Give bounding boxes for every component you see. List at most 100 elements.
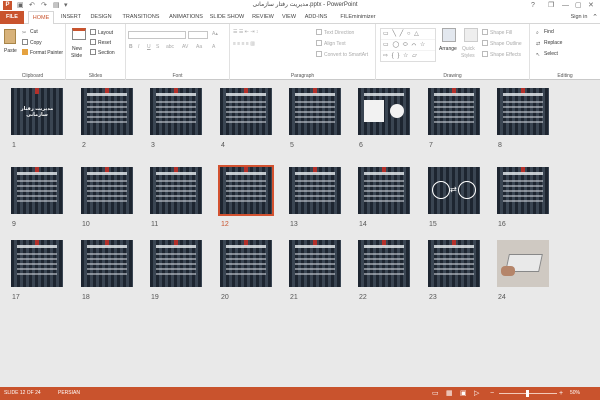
arrange-button[interactable]: Arrange [439,46,457,53]
tab-design[interactable]: DESIGN [88,11,114,24]
slide-text-line [156,116,196,118]
slide-thumbnail[interactable] [497,88,549,135]
quick-styles-label[interactable]: Quick [462,46,475,53]
arrow-graphic: ⇄ [450,185,457,194]
slide-thumbnail[interactable] [81,240,133,287]
quick-styles-label-2[interactable]: Styles [461,53,475,60]
start-from-beginning-icon[interactable]: ▤ [53,1,60,10]
paste-icon[interactable] [4,29,16,44]
zoom-in-icon[interactable]: + [559,387,563,400]
slide-thumbnail[interactable] [220,240,272,287]
slide-thumbnail[interactable] [428,240,480,287]
convert-smartart-button[interactable]: Convert to SmartArt [316,51,368,59]
new-slide-label-2[interactable]: Slide [71,53,82,60]
minimize-icon[interactable]: — [562,1,569,10]
format-painter-button[interactable]: Format Painter [22,49,63,57]
replace-button[interactable]: ⇄ Replace [536,40,562,47]
slide-thumbnail[interactable] [497,167,549,214]
zoom-slider-thumb[interactable] [526,390,529,397]
quick-styles-icon[interactable] [464,28,478,42]
change-case-icon[interactable]: Aa [196,44,202,51]
strikethrough-icon[interactable]: abc [166,44,174,51]
normal-view-icon[interactable]: ▭ [432,387,439,400]
slide-thumbnail[interactable] [11,240,63,287]
zoom-out-icon[interactable]: − [490,387,494,400]
slide-thumbnail[interactable] [289,167,341,214]
slide-thumbnail[interactable] [150,240,202,287]
bullets-icon[interactable]: ☰ ☰ ⇤ ⇥ ↕ [233,29,258,36]
section-button[interactable]: Section [90,49,115,57]
close-icon[interactable]: ✕ [588,1,594,10]
save-icon[interactable]: ▣ [17,1,24,10]
slide-thumbnail[interactable] [358,167,410,214]
sign-in-link[interactable]: Sign in [568,11,590,24]
char-spacing-icon[interactable]: AV [182,44,188,51]
slide-thumbnail[interactable] [81,88,133,135]
slide-thumbnail[interactable] [497,240,549,287]
italic-icon[interactable]: I [138,44,139,51]
slide-thumbnail[interactable] [428,88,480,135]
slide-thumbnail[interactable] [150,167,202,214]
cut-button[interactable]: ✂ Cut [22,29,38,36]
font-name-box[interactable] [128,31,186,39]
slide-thumbnail[interactable] [11,167,63,214]
tab-insert[interactable]: INSERT [58,11,84,24]
shape-outline-button[interactable]: Shape Outline [482,40,522,48]
text-direction-button[interactable]: Text Direction [316,29,354,37]
align-icon[interactable]: ≡ ≡ ≡ ≡ ▥ [233,41,255,48]
shapes-gallery[interactable]: ▭ ╲ ╱ ○ △ ▭ ◯ ⬭ ⌒ ☆ ⇨ { } ☆ ▱ [380,28,436,62]
reset-button[interactable]: Reset [90,39,111,47]
drawing-group-label: Drawing [443,73,462,79]
redo-icon[interactable]: ↷ [41,1,47,10]
select-button[interactable]: ↖ Select [536,51,558,58]
slide-text-line [17,195,57,197]
slide-sorter-icon[interactable]: ▦ [446,387,453,400]
bold-icon[interactable]: B [129,44,133,51]
slide-thumbnail[interactable] [358,88,410,135]
slideshow-icon[interactable]: ▷ [474,387,479,400]
shape-effects-button[interactable]: Shape Effects [482,51,521,59]
find-button[interactable]: ⌕ Find [536,29,554,36]
help-icon[interactable]: ? [531,1,535,10]
customize-toolbar-icon[interactable]: ▾ [64,1,68,10]
font-color-icon[interactable]: A [212,44,215,51]
ribbon-display-icon[interactable]: ❐ [548,1,554,10]
align-text-button[interactable]: Align Text [316,40,346,48]
slide-thumbnail[interactable] [81,167,133,214]
tab-animations[interactable]: ANIMATIONS [166,11,206,24]
new-slide-label[interactable]: New [72,46,82,53]
slide-thumbnail[interactable] [358,240,410,287]
slide-text-line [434,101,474,103]
new-slide-icon[interactable] [72,28,86,40]
underline-icon[interactable]: U [147,44,151,51]
tab-add-ins[interactable]: ADD-INS [302,11,330,24]
collapse-ribbon-icon[interactable]: ⌃ [590,11,600,24]
tab-view[interactable]: VIEW [280,11,298,24]
slide-thumbnail[interactable]: مدیریت رفتار سازمانی [11,88,63,135]
tab-fileminimizer[interactable]: FILEminimizer [334,11,382,24]
tab-transitions[interactable]: TRANSITIONS [118,11,164,24]
copy-button[interactable]: Copy [22,39,42,47]
tab-slide-show[interactable]: SLIDE SHOW [208,11,246,24]
slide-thumbnail[interactable] [220,88,272,135]
maximize-icon[interactable]: ▢ [575,1,582,10]
paste-button[interactable]: Paste [4,48,17,55]
language-indicator[interactable]: PERSIAN [58,387,80,400]
slide-thumbnail[interactable] [289,240,341,287]
tab-review[interactable]: REVIEW [250,11,276,24]
zoom-level[interactable]: 50% [570,387,580,400]
tab-file[interactable]: FILE [0,11,24,24]
slide-thumbnail[interactable] [289,88,341,135]
shape-fill-button[interactable]: Shape Fill [482,29,512,37]
slide-thumbnail[interactable] [150,88,202,135]
shadow-icon[interactable]: S [156,44,159,51]
layout-button[interactable]: Layout [90,29,113,37]
grow-font-icon[interactable]: A▴ [212,31,218,38]
font-size-box[interactable] [188,31,208,39]
slide-thumbnail[interactable] [218,165,274,216]
tab-home[interactable]: HOME [28,11,54,25]
arrange-icon[interactable] [442,28,456,42]
undo-icon[interactable]: ↶ [29,1,35,10]
slide-thumbnail[interactable]: ⇄ [428,167,480,214]
reading-view-icon[interactable]: ▣ [460,387,467,400]
